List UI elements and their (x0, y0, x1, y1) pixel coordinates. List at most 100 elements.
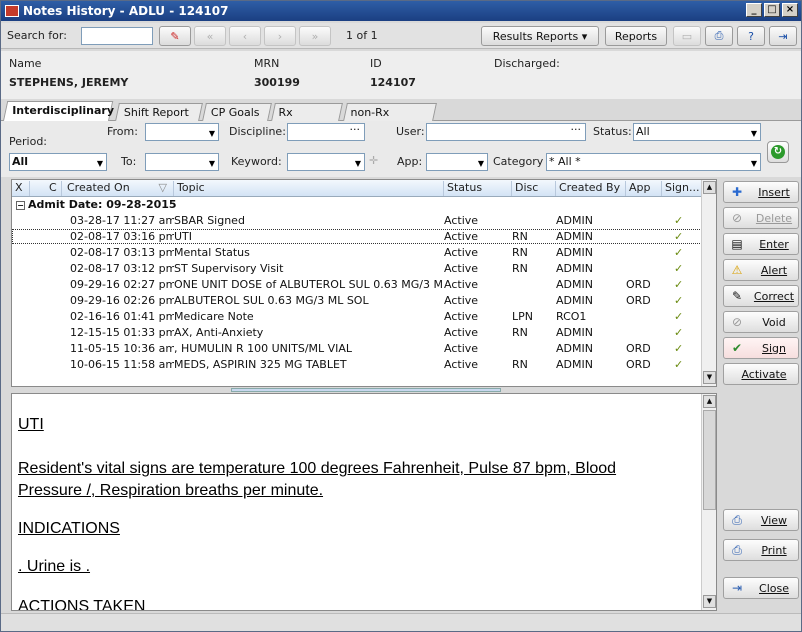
void-button[interactable]: ⊘ Void (723, 311, 799, 333)
column-header-created-on[interactable]: Created On ▽ (64, 181, 174, 196)
exit-button[interactable]: ⇥ (769, 26, 797, 46)
maximize-button[interactable]: □ (764, 3, 780, 17)
scroll-down-arrow[interactable]: ▼ (703, 595, 716, 608)
next-record-button[interactable]: › (264, 26, 296, 46)
table-row[interactable]: 09-29-16 02:26 pm ALBUTEROL SUL 0.63 MG/3… (12, 293, 702, 308)
close-label: Close (759, 581, 789, 595)
scroll-up-arrow[interactable]: ▲ (703, 181, 716, 194)
cell-topic: MEDS, ASPIRIN 325 MG TABLET (174, 358, 347, 371)
user-picker[interactable]: ··· (426, 123, 586, 141)
mrn-value: 300199 (254, 76, 300, 89)
alert-button[interactable]: ⚠ Alert (723, 259, 799, 281)
close-button[interactable]: ⇥ Close (723, 577, 799, 599)
cell-status: Active (444, 342, 479, 355)
search-input[interactable] (81, 27, 153, 45)
column-header-disc[interactable]: Disc (512, 181, 556, 196)
insert-button[interactable]: ✚ Insert (723, 181, 799, 203)
scroll-up-arrow[interactable]: ▲ (703, 395, 716, 408)
cell-created: 10-06-15 11:58 am (70, 358, 174, 371)
cell-topic: ST Supervisory Visit (174, 262, 284, 275)
column-header-c[interactable]: C (46, 181, 62, 196)
cell-sign: ✓ (674, 214, 684, 227)
previous-record-button[interactable]: ‹ (229, 26, 261, 46)
sign-button[interactable]: ✔ Sign (723, 337, 799, 359)
cell-sign: ✓ (674, 310, 684, 323)
results-reports-dropdown[interactable]: Results Reports ▾ (481, 26, 599, 46)
eraser-button[interactable]: ✎ (159, 26, 191, 46)
category-select[interactable]: * All * (546, 153, 761, 172)
pane-splitter[interactable] (231, 388, 501, 392)
table-row[interactable]: 12-15-15 01:33 pm AX, Anti-Anxiety Active R… (12, 325, 702, 340)
tab-shift-report[interactable]: Shift Report (115, 103, 203, 121)
column-header-x[interactable]: X (12, 181, 30, 196)
table-row[interactable]: 11-05-15 10:36 am, HUMULIN R 100 UNITS/M… (12, 341, 702, 356)
delete-button[interactable]: ⊘ Delete (723, 207, 799, 229)
minimize-button[interactable]: _ (746, 3, 762, 17)
tab-cp-goals[interactable]: CP Goals (202, 103, 272, 121)
tab-non-rx-orders[interactable]: non-Rx Orders (343, 103, 437, 132)
table-row[interactable]: 09-29-16 02:27 pm ONE UNIT DOSE of ALBUTE… (12, 277, 702, 292)
period-select[interactable]: All (9, 153, 107, 172)
column-header-topic[interactable]: Topic (174, 181, 444, 196)
table-row[interactable]: 02-08-17 03:12 pm ST Supervisory Visit Act… (12, 261, 702, 276)
cell-created: 02-08-17 03:12 pm (70, 262, 174, 275)
tab-rx-orders[interactable]: Rx Orders (271, 103, 343, 132)
last-record-button[interactable]: » (299, 26, 331, 46)
keyword-select[interactable] (287, 153, 365, 172)
to-date-select[interactable] (145, 153, 219, 172)
ellipsis-icon: ··· (349, 123, 361, 136)
cell-status: Active (444, 246, 479, 259)
cell-sign: ✓ (674, 358, 684, 371)
help-button[interactable]: ? (737, 26, 765, 46)
column-header-created-by[interactable]: Created By (556, 181, 626, 196)
search-label: Search for: (7, 29, 67, 42)
column-header-app[interactable]: App (626, 181, 662, 196)
from-date-select[interactable] (145, 123, 219, 142)
scroll-thumb[interactable] (703, 410, 716, 510)
view-button[interactable]: ⎙ View (723, 509, 799, 531)
cell-by: ADMIN (556, 214, 593, 227)
patient-header: Name STEPHENS, JEREMY MRN 300199 ID 1241… (1, 51, 801, 99)
table-row[interactable]: 03-28-17 11:27 am SBAR Signed Active ADMIN ✓ (12, 213, 702, 228)
table-row[interactable]: 02-08-17 03:13 pm Mental Status Active RN AD… (12, 245, 702, 260)
column-header-sign[interactable]: Sign... (662, 181, 702, 196)
print-button[interactable]: ⎙ Print (723, 539, 799, 561)
activate-label: Activate (741, 367, 787, 381)
collapse-icon[interactable]: − (16, 201, 25, 210)
cell-topic: SBAR Signed (174, 214, 245, 227)
enter-label: Enter (759, 237, 789, 251)
correct-button[interactable]: ✎ Correct (723, 285, 799, 307)
admit-date-group[interactable]: − Admit Date: 09-28-2015 (12, 198, 702, 213)
cell-topic: AX, Anti-Anxiety (174, 326, 264, 339)
toolbar: Search for: ✎ « ‹ › » 1 of 1 Results Rep… (1, 23, 801, 49)
cell-app: ORD (626, 278, 651, 291)
cell-disc: RN (512, 230, 528, 243)
enter-button[interactable]: ▤ Enter (723, 233, 799, 255)
reports-button[interactable]: Reports (605, 26, 667, 46)
add-keyword-icon[interactable]: ✛ (369, 154, 378, 167)
sort-icon: ▽ (158, 181, 167, 194)
activate-button[interactable]: Activate (723, 363, 799, 385)
scroll-down-arrow[interactable]: ▼ (703, 371, 716, 384)
discharged-label: Discharged: (494, 57, 560, 70)
app-select[interactable] (426, 153, 488, 172)
grid-scrollbar[interactable]: ▲ ▼ (701, 180, 716, 386)
status-select[interactable]: All (633, 123, 761, 142)
results-reports-label: Results Reports (492, 29, 579, 43)
close-window-button[interactable]: × (782, 3, 798, 17)
id-value: 124107 (370, 76, 416, 89)
discipline-picker[interactable]: ··· (287, 123, 365, 141)
report-icon-button[interactable]: ▭ (673, 26, 701, 46)
column-header-status[interactable]: Status (444, 181, 512, 196)
table-row[interactable]: 02-16-16 01:41 pm Medicare Note Active LPN R… (12, 309, 702, 324)
notes-grid: X C Created On ▽ Topic Status Disc Create… (11, 179, 717, 387)
note-scrollbar[interactable]: ▲ ▼ (701, 394, 716, 610)
printer-button[interactable]: ⎙ (705, 26, 733, 46)
table-row[interactable]: 10-06-15 11:58 am MEDS, ASPIRIN 325 MG TA… (12, 357, 702, 372)
first-record-button[interactable]: « (194, 26, 226, 46)
refresh-button[interactable]: ↻ (767, 141, 789, 163)
table-row[interactable]: 02-08-17 03:16 pm UTI Active RN ADMIN ✓ (12, 229, 702, 244)
cell-topic: , HUMULIN R 100 UNITS/ML VIAL (174, 342, 353, 355)
tab-interdisciplinary[interactable]: Interdisciplinary (2, 101, 114, 122)
next-icon: › (277, 29, 283, 43)
